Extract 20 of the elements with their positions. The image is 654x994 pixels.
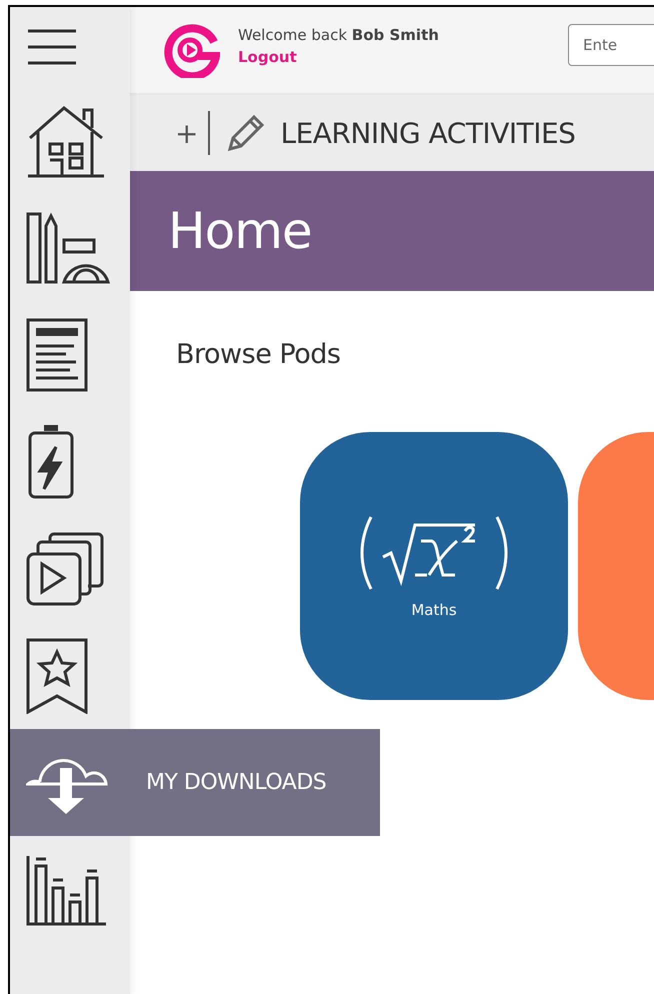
logout-link[interactable]: Logout bbox=[238, 48, 439, 66]
pod-label: Maths bbox=[411, 601, 457, 619]
bookmark-star-icon bbox=[26, 638, 88, 714]
pod-tile[interactable]: Maths bbox=[300, 432, 568, 700]
sidebar-item[interactable]: MY DOWNLOADS bbox=[10, 729, 380, 836]
battery-icon bbox=[26, 424, 76, 498]
welcome-text: Welcome back Bob Smith bbox=[238, 26, 439, 44]
menu-icon bbox=[26, 27, 78, 67]
logo-icon bbox=[164, 22, 220, 78]
bar-chart-icon bbox=[26, 854, 108, 926]
section-title: LEARNING ACTIVITIES bbox=[280, 116, 576, 150]
video-stack-icon bbox=[26, 532, 104, 606]
add-button[interactable]: + bbox=[160, 116, 208, 150]
house-icon bbox=[26, 104, 106, 178]
browse-heading: Browse Pods bbox=[176, 339, 342, 370]
pencil-icon bbox=[226, 113, 266, 153]
page-title: Home bbox=[168, 202, 312, 260]
search-field[interactable]: Ente bbox=[568, 24, 654, 66]
document-icon bbox=[26, 318, 88, 392]
drawing-tools-icon bbox=[26, 212, 110, 284]
